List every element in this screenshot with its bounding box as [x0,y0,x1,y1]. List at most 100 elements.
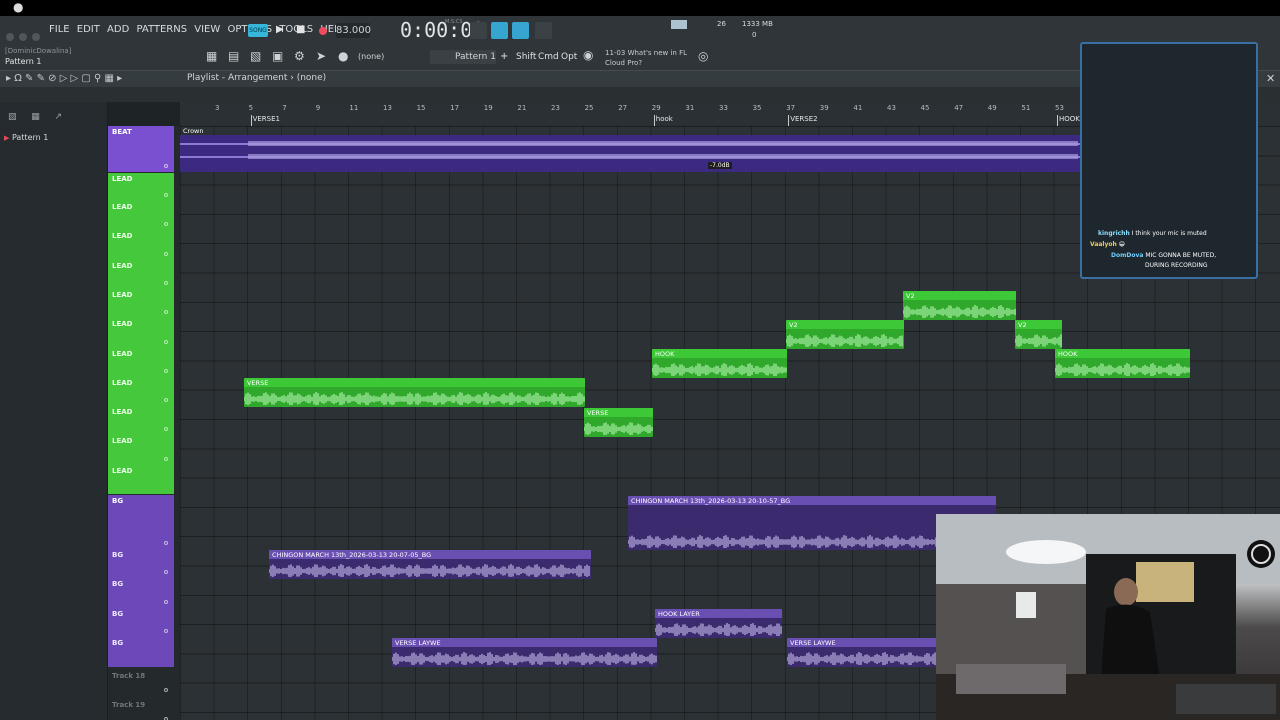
audio-clip[interactable]: VERSE [584,408,653,437]
track-mute-icon[interactable] [164,368,168,373]
record-icon[interactable] [319,27,327,35]
track-header-bg[interactable]: BG BG BG BG BG [108,495,174,667]
track-header-extra[interactable]: Track 19 [108,697,174,720]
ruler-bar-number: 9 [315,104,321,112]
track-mute-icon[interactable] [164,628,168,633]
track-name: Track 18 [112,672,146,680]
ruler-bar-number: 3 [215,104,220,112]
add-pattern-icon[interactable]: + [500,51,508,62]
audio-clip[interactable]: VERSE LAYWE [392,638,657,667]
track-mute-icon[interactable] [164,427,168,432]
channel-rack-icon[interactable]: ▣ [272,49,283,63]
track-mute-icon[interactable] [164,310,168,315]
close-window-button[interactable] [6,33,14,41]
menu-edit[interactable]: EDIT [77,24,100,35]
playlist-tools[interactable]: ▸ Ω ✎ ✎ ⊘ ▷ ▷ ▢ ⚲ ▦ ▸ [6,73,122,84]
beat-clip[interactable]: Crown -7.0dB [180,127,1080,172]
cpu-meter [671,20,687,29]
audio-clip[interactable]: CHINGON MARCH 13th_2026-03-13 20-07-05_B… [269,550,591,579]
playlist-icon[interactable]: ▤ [228,49,239,63]
time-marker[interactable]: HOOK [1059,115,1080,123]
audio-clip[interactable]: V2 [903,291,1016,320]
piano-roll-icon[interactable]: ▧ [250,49,261,63]
pattern-selector[interactable]: Pattern 1 [430,50,496,64]
audio-clip[interactable]: VERSE LAYWE [787,638,947,667]
audio-clip[interactable]: HOOK LAYER [655,609,782,638]
track-header-lead[interactable]: LEAD LEAD LEAD LEAD LEAD LEAD LEAD LEAD LEAD LEAD… [108,173,174,494]
menu-add[interactable]: ADD [107,24,129,35]
typing-keyboard-icon[interactable] [512,22,529,39]
globe-icon[interactable]: ◎ [698,49,708,63]
track-name: Track 19 [112,701,146,710]
stream-chat-overlay: kingrichh I think your mic is muted Vaal… [1080,42,1258,279]
tempo-display[interactable]: 83.000 [336,23,371,38]
picker-tabs[interactable]: ▧ ▦ ↗ [8,112,62,122]
song-mode-toggle[interactable]: SONG [248,24,268,37]
cmd-key-button[interactable]: Cmd [538,52,559,62]
news-icon[interactable]: ◉ [583,48,593,62]
audio-clip[interactable]: HOOK [652,349,787,378]
audio-clip[interactable]: V2 [1015,320,1062,349]
track-mute-icon[interactable] [164,339,168,344]
playlist-breadcrumb[interactable]: (none) [297,73,326,83]
opt-key-button[interactable]: Opt [561,52,577,62]
track-mute-icon[interactable] [164,222,168,227]
track-mute-icon[interactable] [164,398,168,403]
ruler-bar-number: 25 [584,104,594,112]
track-mute-icon[interactable] [164,456,168,461]
track-name: LEAD [112,261,133,270]
clip-title: V2 [1018,321,1027,329]
track-mute-icon[interactable] [164,251,168,256]
ruler-bar-number: 15 [416,104,426,112]
ruler-bar-number: 27 [618,104,628,112]
arrow-icon[interactable]: ➤ [316,49,326,63]
microphone-icon[interactable]: ● [338,49,348,63]
track-mute-icon[interactable] [164,599,168,604]
close-icon[interactable]: ✕ [1266,72,1275,85]
picker-item[interactable]: ▶ Pattern 1 [4,133,48,142]
time-marker[interactable]: hook [656,115,673,123]
clip-waveform [903,305,1016,318]
menu-file[interactable]: FILE [49,24,70,35]
shift-key-button[interactable]: Shift [516,52,536,62]
track-name: LEAD [112,320,133,329]
track-name: LEAD [112,466,133,475]
clip-header [244,378,585,387]
track-mute-icon[interactable] [164,570,168,575]
zoom-window-button[interactable] [32,33,40,41]
track-mute-icon[interactable] [164,688,168,692]
piano-icon[interactable] [470,22,487,39]
step-sequencer-icon[interactable] [491,22,508,39]
track-name: BG [112,580,124,589]
time-marker[interactable]: VERSE2 [790,115,817,123]
channel-selector[interactable]: (none) [358,52,384,61]
menu-view[interactable]: VIEW [194,24,220,35]
chat-user: kingrichh [1098,230,1130,237]
clip-waveform [787,652,946,665]
track-mute-icon[interactable] [164,541,168,545]
menu-patterns[interactable]: PATTERNS [136,24,187,35]
snap-icon[interactable]: ▦ [206,49,217,63]
apple-icon[interactable]: ● [13,0,23,14]
mixer-icon[interactable]: ⚙ [294,49,305,63]
audio-clip[interactable]: HOOK [1055,349,1190,378]
track-mute-icon[interactable] [164,164,168,168]
play-icon[interactable]: ▶ [276,24,284,35]
track-header-extra[interactable]: Track 18 [108,668,174,696]
clip-title: HOOK LAYER [658,610,700,618]
clip-waveform [392,652,657,665]
metronome-icon[interactable] [535,22,552,39]
audio-clip[interactable]: VERSE [244,378,585,407]
track-name: LEAD [112,203,133,211]
stop-icon[interactable]: ■ [296,24,305,35]
track-header-beat[interactable]: BEAT [108,126,174,172]
minimize-window-button[interactable] [19,33,27,41]
track-mute-icon[interactable] [164,280,168,285]
clip-title: V2 [789,321,798,329]
audio-clip[interactable]: V2 [786,320,904,349]
news-panel[interactable]: 11-03 What's new in FL Cloud Pro? [605,48,687,68]
time-marker[interactable]: VERSE1 [253,115,280,123]
chat-user: Vaalyoh [1090,241,1117,248]
track-mute-icon[interactable] [164,193,168,197]
clip-title: VERSE [247,379,269,387]
